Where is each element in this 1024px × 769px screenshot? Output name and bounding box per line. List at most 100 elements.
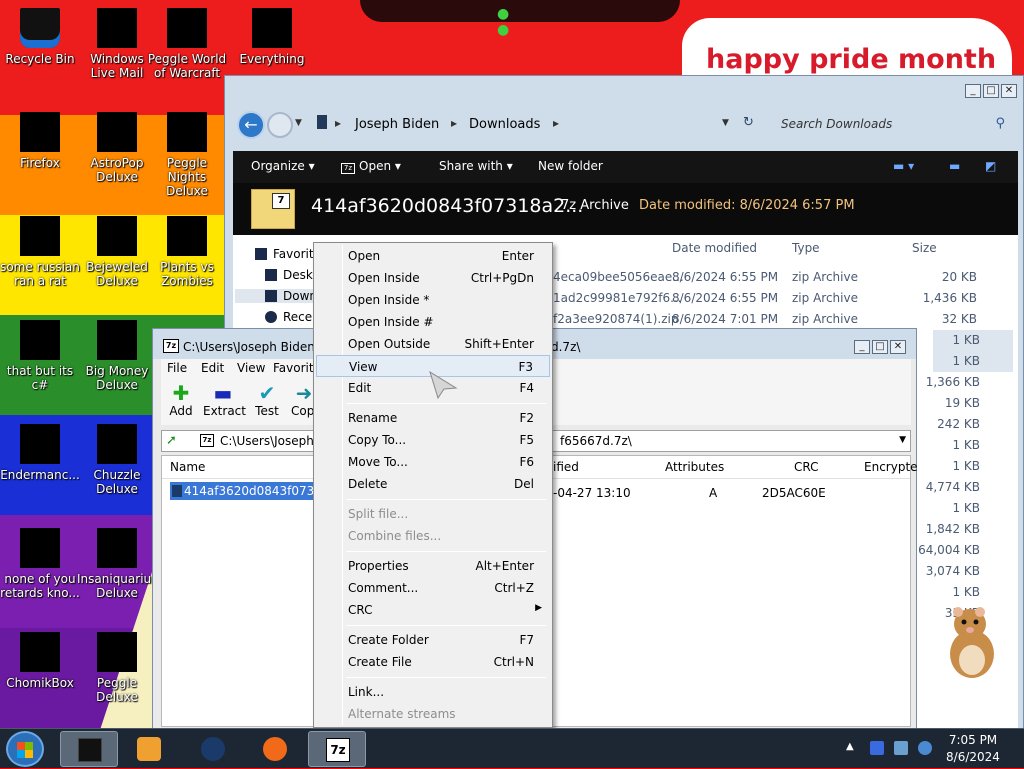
refresh-icon[interactable]: ↻ xyxy=(743,115,754,130)
show-hidden-icons-icon[interactable]: ▲ xyxy=(846,741,860,755)
start-button[interactable] xyxy=(6,731,44,767)
close-button[interactable]: ✕ xyxy=(1001,84,1017,98)
breadcrumb-joseph-biden[interactable]: Joseph Biden xyxy=(355,117,439,132)
search-input[interactable]: Search Downloads ⚲ xyxy=(773,112,1011,138)
taskbar-explorer-button[interactable] xyxy=(60,731,118,767)
change-view-icon[interactable]: ▬ ▾ xyxy=(893,159,914,173)
menu-item-crc[interactable]: CRC ▶ xyxy=(316,599,550,621)
organize-button[interactable]: Organize ▾ xyxy=(251,159,315,173)
column-modified[interactable]: ified xyxy=(553,460,579,474)
menu-item-open-inside-hash[interactable]: Open Inside # xyxy=(316,311,550,333)
help-icon[interactable]: ◩ xyxy=(985,159,996,173)
selected-file-modified: Date modified: 8/6/2024 6:57 PM xyxy=(639,198,855,213)
column-type[interactable]: Type xyxy=(792,241,820,255)
preview-pane-icon[interactable]: ▬ xyxy=(949,159,960,173)
explorer-titlebar[interactable]: _ □ ✕ xyxy=(225,76,1023,106)
menu-item-create-folder[interactable]: Create Folder F7 xyxy=(316,629,550,651)
desktop-icon-chomikbox[interactable]: ChomikBox xyxy=(0,632,80,690)
extract-icon: ▬ xyxy=(213,381,233,405)
column-encrypted[interactable]: Encrypte xyxy=(864,460,918,474)
back-button[interactable]: ← xyxy=(237,111,265,139)
maximize-button[interactable]: □ xyxy=(872,340,888,354)
menu-item-combine-files[interactable]: Combine files... xyxy=(316,525,550,547)
archive-entry-row[interactable]: 414af3620d0843f07318a... xyxy=(170,482,316,500)
taskbar-media-player-button[interactable] xyxy=(120,731,178,767)
menu-item-open-inside-star[interactable]: Open Inside * xyxy=(316,289,550,311)
desktop-icon-firefox[interactable]: Firefox xyxy=(0,112,80,170)
menu-item-open-inside[interactable]: Open Inside Ctrl+PgDn xyxy=(316,267,550,289)
taskbar-sevenzip-button[interactable]: 7z xyxy=(308,731,366,767)
clock[interactable]: 7:05 PM 8/6/2024 xyxy=(938,732,1008,766)
path-dropdown-icon[interactable]: ▼ xyxy=(899,435,906,445)
desktop-icon-windows-live-mail[interactable]: Windows Live Mail xyxy=(77,8,157,80)
column-date-modified[interactable]: Date modified xyxy=(672,241,757,255)
desktop-icon-peggle-nights[interactable]: Peggle Nights Deluxe xyxy=(147,112,227,198)
desktop-icon-endermanch[interactable]: Endermanc... xyxy=(0,424,80,482)
maximize-button[interactable]: □ xyxy=(983,84,999,98)
network-icon[interactable] xyxy=(894,741,908,755)
sevenzip-title-tail: d.7z\ xyxy=(551,340,581,354)
taskbar-ie-button[interactable] xyxy=(184,731,242,767)
desktop-icon-astropop[interactable]: AstroPop Deluxe xyxy=(77,112,157,184)
column-size[interactable]: Size xyxy=(912,241,937,255)
desktop-icon-chuzzle[interactable]: Chuzzle Deluxe xyxy=(77,424,157,496)
desktop-icon-peggle-deluxe[interactable]: Peggle Deluxe xyxy=(77,632,157,704)
menu-item-link[interactable]: Link... xyxy=(316,681,550,703)
open-button[interactable]: 7z Open ▾ xyxy=(341,159,401,174)
menu-item-create-file[interactable]: Create File Ctrl+N xyxy=(316,651,550,673)
volume-icon[interactable] xyxy=(918,741,932,755)
taskbar-firefox-button[interactable] xyxy=(246,731,304,767)
menu-item-alternate-streams[interactable]: Alternate streams xyxy=(316,703,550,725)
file-row[interactable]: f2a3ee920874(1).zip 8/6/2024 7:01 PM zip… xyxy=(533,309,1013,330)
desktop-icon-peggle-wow[interactable]: Peggle World of Warcraft xyxy=(147,8,227,80)
redacted-app-icon xyxy=(167,216,207,256)
share-with-button[interactable]: Share with ▾ xyxy=(439,159,513,173)
firefox-icon xyxy=(263,737,287,761)
menu-separator xyxy=(346,551,546,552)
redacted-app-icon xyxy=(252,8,292,48)
minimize-button[interactable]: _ xyxy=(965,84,981,98)
taskbar: 7z ▲ 7:05 PM 8/6/2024 xyxy=(0,728,1024,768)
file-row[interactable]: 4eca09bee5056eae... 8/6/2024 6:55 PM zip… xyxy=(533,267,1013,288)
desktop-icon-big-money[interactable]: Big Money Deluxe xyxy=(77,320,157,392)
add-button[interactable]: ✚ Add xyxy=(169,382,193,418)
desktop-icon-insaniquarium[interactable]: Insaniquarium Deluxe xyxy=(77,528,163,600)
desktop-icon-that-but-its-csharp[interactable]: that but its c# xyxy=(0,320,80,392)
forward-button[interactable] xyxy=(267,112,293,138)
menu-item-comment[interactable]: Comment... Ctrl+Z xyxy=(316,577,550,599)
new-folder-button[interactable]: New folder xyxy=(538,159,603,173)
menu-item-open[interactable]: Open Enter xyxy=(316,245,550,267)
column-crc[interactable]: CRC xyxy=(794,460,819,474)
column-attributes[interactable]: Attributes xyxy=(665,460,724,474)
desktop-icon-everything[interactable]: Everything xyxy=(232,8,312,66)
extract-button[interactable]: ▬ Extract xyxy=(203,381,246,418)
menu-item-split-file[interactable]: Split file... xyxy=(316,503,550,525)
column-name[interactable]: Name xyxy=(170,460,205,474)
file-row[interactable]: 1ad2c99981e792f6... 8/6/2024 6:55 PM zip… xyxy=(533,288,1013,309)
up-folder-icon[interactable]: ➚ xyxy=(166,433,177,448)
recent-pages-dropdown-icon[interactable]: ▼ xyxy=(295,118,302,128)
nav-item-downloads[interactable]: Downloads xyxy=(235,289,349,303)
menu-item-delete[interactable]: Delete Del xyxy=(316,473,550,495)
desktop-icon-none-of-you[interactable]: none of you retards kno... xyxy=(0,528,80,600)
desktop-icon-plants-vs-zombies[interactable]: Plants vs Zombies xyxy=(147,216,227,288)
menu-item-open-outside[interactable]: Open Outside Shift+Enter xyxy=(316,333,550,355)
test-button[interactable]: ✔ Test xyxy=(253,382,281,418)
close-button[interactable]: ✕ xyxy=(890,340,906,354)
menu-item-properties[interactable]: Properties Alt+Enter xyxy=(316,555,550,577)
menu-file[interactable]: File xyxy=(167,361,187,375)
context-menu: Open Enter Open Inside Ctrl+PgDn Open Insi… xyxy=(313,242,553,728)
minimize-button[interactable]: _ xyxy=(854,340,870,354)
menu-item-copy-to[interactable]: Copy To... F5 xyxy=(316,429,550,451)
file-size: 1 KB xyxy=(952,459,980,473)
desktop-icon-russian-rat[interactable]: some russian ran a rat xyxy=(0,216,80,288)
menu-edit[interactable]: Edit xyxy=(201,361,224,375)
desktop-icon-recycle-bin[interactable]: Recycle Bin xyxy=(0,8,80,66)
menu-item-rename[interactable]: Rename F2 xyxy=(316,407,550,429)
shield-icon[interactable] xyxy=(870,741,884,755)
breadcrumb-downloads[interactable]: Downloads xyxy=(469,117,540,132)
menu-view[interactable]: View xyxy=(237,361,265,375)
address-dropdown-icon[interactable]: ▼ xyxy=(722,118,729,128)
desktop-icon-bejeweled[interactable]: Bejeweled Deluxe xyxy=(77,216,157,288)
menu-item-move-to[interactable]: Move To... F6 xyxy=(316,451,550,473)
